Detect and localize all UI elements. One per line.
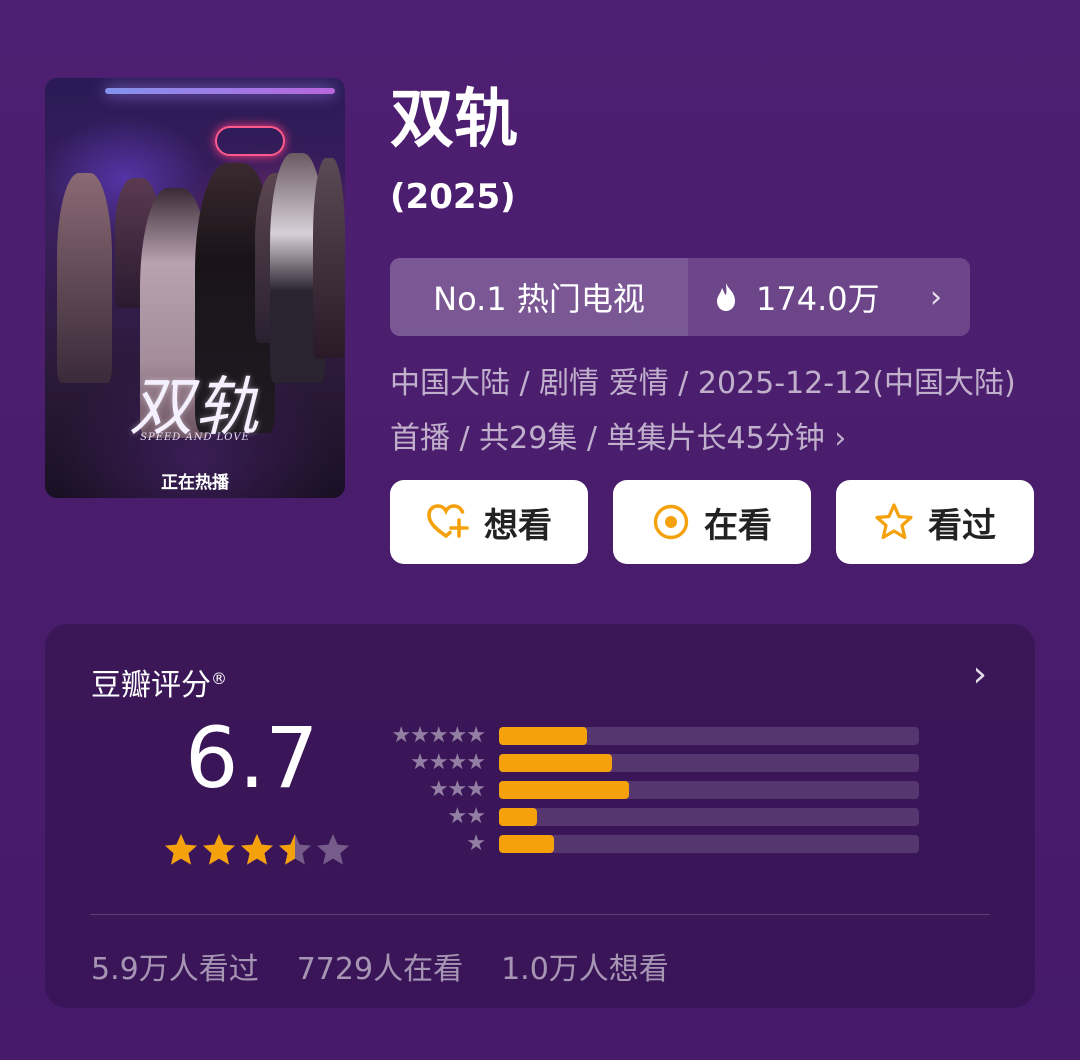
watching-button[interactable]: 在看 — [613, 480, 811, 564]
rating-star-icon — [203, 834, 235, 865]
want-count: 1.0万人想看 — [501, 952, 669, 987]
distribution-row: ★★ — [375, 804, 919, 829]
rating-star-icon — [241, 834, 273, 865]
registered-mark: ® — [211, 669, 227, 688]
divider — [90, 914, 990, 915]
distribution-bar-fill — [499, 808, 537, 826]
heat-value: 174.0万 — [756, 280, 880, 318]
heat-section[interactable]: 174.0万 › — [688, 258, 970, 336]
release-year: (2025) — [390, 177, 516, 217]
distribution-bar-fill — [499, 754, 613, 772]
rating-card-title: 豆瓣评分® — [91, 660, 227, 704]
distribution-stars-label: ★★ — [447, 804, 486, 829]
ranking-bar[interactable]: No.1 热门电视 174.0万 › — [390, 258, 970, 336]
rating-star-icon — [165, 834, 197, 865]
distribution-stars-label: ★★★ — [428, 777, 486, 802]
poster-subtitle-art: SPEED AND LOVE — [140, 432, 250, 443]
poster-figure — [57, 173, 112, 383]
poster-neon-sign — [215, 126, 285, 156]
rating-star-icon — [317, 834, 349, 865]
target-circle-icon — [653, 504, 689, 540]
distribution-stars-label: ★★★★ — [410, 750, 486, 775]
poster-image[interactable]: 双轨 SPEED AND LOVE 正在热播 — [45, 78, 345, 498]
distribution-bar-track — [499, 835, 919, 853]
watched-count: 5.9万人看过 — [91, 952, 259, 987]
watched-label: 看过 — [928, 505, 996, 546]
distribution-bar-track — [499, 781, 919, 799]
distribution-row: ★★★★ — [375, 750, 919, 775]
distribution-bar-track — [499, 727, 919, 745]
chevron-right-icon: › — [930, 279, 942, 315]
poster-light-bar — [105, 88, 335, 94]
page-title: 双轨 — [390, 83, 518, 157]
star-outline-icon — [875, 503, 913, 540]
poster-figure — [313, 158, 345, 358]
poster-airing-label: 正在热播 — [161, 473, 229, 493]
watching-count: 7729人在看 — [296, 952, 464, 987]
want-to-watch-label: 想看 — [484, 505, 552, 546]
distribution-bar-track — [499, 808, 919, 826]
distribution-row: ★★★★★ — [375, 723, 919, 748]
distribution-bar-fill — [499, 835, 554, 853]
distribution-row: ★ — [375, 831, 919, 856]
distribution-bar-fill — [499, 727, 588, 745]
watching-label: 在看 — [704, 505, 772, 546]
distribution-stars-label: ★ — [466, 831, 486, 856]
watched-button[interactable]: 看过 — [836, 480, 1034, 564]
distribution-stars-label: ★★★★★ — [391, 723, 486, 748]
rating-card[interactable]: 豆瓣评分® › 6.7 ★★★★★ ★★★★ ★★★ ★★ ★ 5.9万人看过 7729… — [45, 624, 1035, 1008]
flame-icon — [717, 283, 735, 311]
audience-stats: 5.9万人看过 7729人在看 1.0万人想看 — [91, 944, 669, 988]
distribution-row: ★★★ — [375, 777, 919, 802]
want-to-watch-button[interactable]: 想看 — [390, 480, 588, 564]
heart-plus-icon — [427, 504, 469, 538]
rating-score: 6.7 — [185, 709, 319, 807]
rank-label: No.1 热门电视 — [390, 258, 688, 336]
rating-source-label: 豆瓣评分 — [91, 668, 211, 703]
distribution-bar-fill — [499, 781, 630, 799]
metadata-text[interactable]: 中国大陆 / 剧情 爱情 / 2025-12-12(中国大陆)首播 / 共29集… — [390, 356, 1040, 466]
distribution-bar-track — [499, 754, 919, 772]
rating-stars — [163, 832, 351, 868]
chevron-right-icon[interactable]: › — [973, 654, 987, 695]
rating-star-icon — [279, 834, 311, 865]
